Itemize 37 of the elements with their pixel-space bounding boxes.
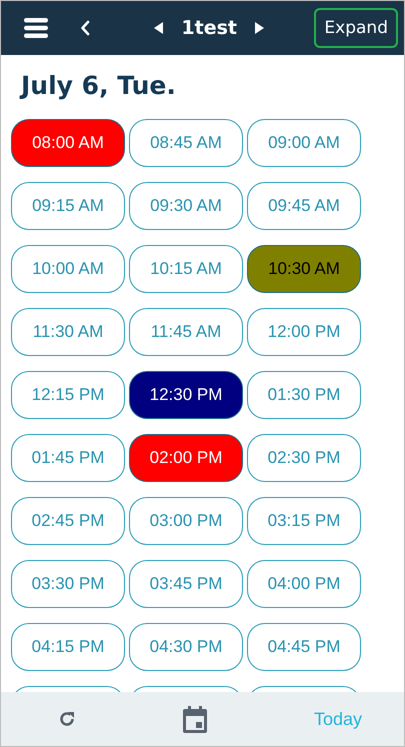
back-icon[interactable] [80,20,90,36]
header-title: 1test [181,17,237,39]
refresh-icon[interactable] [58,710,76,728]
time-slot[interactable]: 10:00 AM [11,245,125,293]
time-slot[interactable]: 12:15 PM [11,371,125,419]
time-slot[interactable]: 03:30 PM [11,560,125,608]
time-slot[interactable]: 01:45 PM [11,434,125,482]
time-slot[interactable]: 04:30 PM [129,623,243,671]
menu-icon[interactable] [24,18,48,38]
date-heading: July 6, Tue. [18,70,177,102]
time-slot[interactable]: 08:45 AM [129,119,243,167]
time-slot[interactable]: 09:45 AM [247,182,361,230]
time-slot[interactable]: 03:15 PM [247,497,361,545]
time-slot[interactable]: 11:45 AM [129,308,243,356]
time-slot[interactable]: 10:15 AM [129,245,243,293]
time-slot[interactable]: 02:00 PM [129,434,243,482]
time-slot[interactable]: 04:00 PM [247,560,361,608]
time-slot[interactable]: 04:45 PM [247,623,361,671]
expand-button[interactable]: Expand [314,8,398,48]
time-slot[interactable]: 04:15 PM [11,623,125,671]
time-slot[interactable]: 02:30 PM [247,434,361,482]
time-slot[interactable]: 10:30 AM [247,245,361,293]
time-slot[interactable]: 08:00 AM [11,119,125,167]
today-button[interactable]: Today [314,708,362,730]
time-slot[interactable]: 03:45 PM [129,560,243,608]
time-slot[interactable]: 02:45 PM [11,497,125,545]
previous-icon[interactable] [154,22,164,34]
time-slot[interactable]: 09:30 AM [129,182,243,230]
time-slot[interactable]: 11:30 AM [11,308,125,356]
time-slot[interactable]: 01:30 PM [247,371,361,419]
time-slot[interactable]: 12:00 PM [247,308,361,356]
next-icon[interactable] [254,22,264,34]
time-slot[interactable]: 09:00 AM [247,119,361,167]
time-slot[interactable]: 03:00 PM [129,497,243,545]
time-slot[interactable]: 12:30 PM [129,371,243,419]
calendar-icon[interactable] [182,706,207,732]
time-slot[interactable]: 09:15 AM [11,182,125,230]
